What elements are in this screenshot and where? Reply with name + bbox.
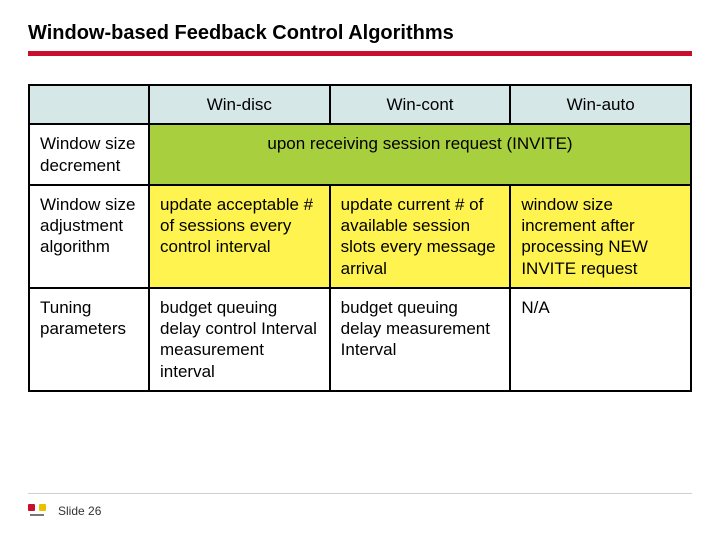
row-label-decrement: Window size decrement: [29, 124, 149, 185]
table-row: Window size adjustment algorithm update …: [29, 185, 691, 288]
slide: Window-based Feedback Control Algorithms…: [0, 0, 720, 540]
footer-rule: [28, 493, 692, 494]
col-header-win-cont: Win-cont: [330, 85, 511, 124]
title-rule: [28, 51, 692, 56]
row-label-tuning: Tuning parameters: [29, 288, 149, 391]
cell-tuning-auto: N/A: [510, 288, 691, 391]
logo-icon: [28, 504, 46, 518]
footer-row: Slide 26: [28, 504, 692, 518]
col-header-win-auto: Win-auto: [510, 85, 691, 124]
slide-number: Slide 26: [58, 504, 101, 518]
cell-decrement-merged: upon receiving session request (INVITE): [149, 124, 691, 185]
table-row: Tuning parameters budget queuing delay c…: [29, 288, 691, 391]
cell-adjustment-disc: update acceptable # of sessions every co…: [149, 185, 330, 288]
cell-tuning-cont: budget queuing delay measurement Interva…: [330, 288, 511, 391]
comparison-table: Win-disc Win-cont Win-auto Window size d…: [28, 84, 692, 392]
table-row: Window size decrement upon receiving ses…: [29, 124, 691, 185]
cell-adjustment-cont: update current # of available session sl…: [330, 185, 511, 288]
cell-adjustment-auto: window size increment after processing N…: [510, 185, 691, 288]
header-corner: [29, 85, 149, 124]
row-label-adjustment: Window size adjustment algorithm: [29, 185, 149, 288]
footer: Slide 26: [28, 493, 692, 518]
cell-tuning-disc: budget queuing delay control Interval me…: [149, 288, 330, 391]
table-header-row: Win-disc Win-cont Win-auto: [29, 85, 691, 124]
col-header-win-disc: Win-disc: [149, 85, 330, 124]
page-title: Window-based Feedback Control Algorithms: [28, 22, 692, 45]
